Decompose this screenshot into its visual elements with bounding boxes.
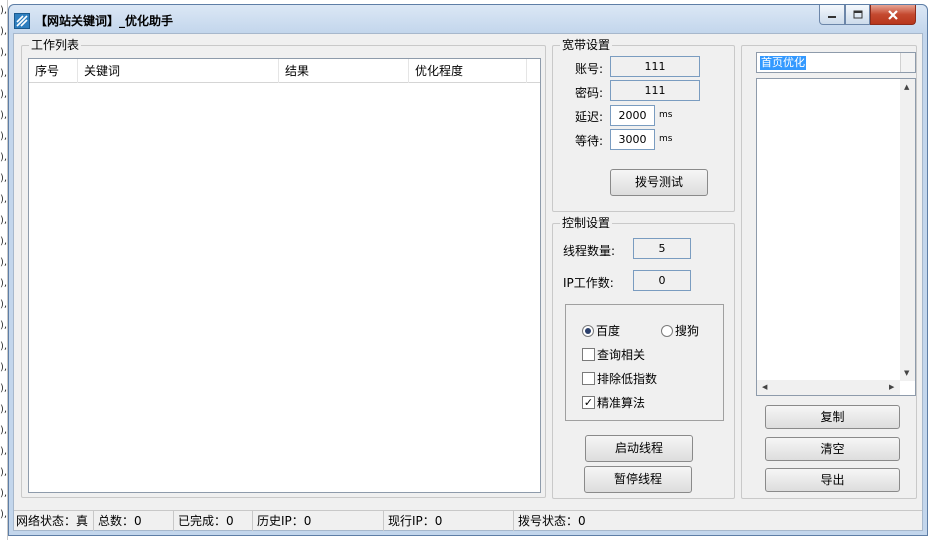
column-header-result[interactable]: 结果 xyxy=(279,59,409,83)
title-bar[interactable]: 【网站关键词】_优化助手 xyxy=(9,5,927,33)
maximize-button[interactable] xyxy=(845,5,870,25)
vertical-scrollbar[interactable]: ▲ ▼ xyxy=(900,79,915,381)
optimization-mode-select[interactable]: 首页优化 xyxy=(756,52,916,73)
wait-field[interactable]: 3000 xyxy=(610,129,655,150)
scroll-left-icon[interactable]: ◀ xyxy=(762,383,767,391)
scroll-up-icon[interactable]: ▲ xyxy=(904,83,909,91)
close-button[interactable] xyxy=(870,5,916,25)
output-log-textarea[interactable]: ▲ ▼ ◀ ▶ xyxy=(756,78,916,396)
maximize-icon xyxy=(853,10,862,18)
optimization-mode-value: 首页优化 xyxy=(760,56,806,70)
wait-unit: ms xyxy=(659,134,673,144)
status-current-ip: 现行IP：0 xyxy=(384,511,514,531)
engine-baidu-option[interactable]: 百度 xyxy=(582,322,620,339)
task-list-header: 序号 关键词 结果 优化程度 xyxy=(29,59,540,83)
status-bar: 网络状态：真 总数：0 已完成：0 历史IP：0 现行IP：0 拨号状态：0 xyxy=(14,510,922,531)
ip-work-label: IP工作数: xyxy=(563,276,614,290)
delay-field[interactable]: 2000 xyxy=(610,105,655,126)
scroll-down-icon[interactable]: ▼ xyxy=(904,369,909,377)
dial-test-button[interactable]: 拨号测试 xyxy=(610,169,708,196)
threads-field[interactable]: 5 xyxy=(633,238,691,259)
status-completed: 已完成：0 xyxy=(174,511,253,531)
related-query-label: 查询相关 xyxy=(597,348,646,362)
close-icon xyxy=(888,9,898,20)
dropdown-button[interactable] xyxy=(900,53,915,72)
engine-sogou-option[interactable]: 搜狗 xyxy=(661,322,699,339)
account-label: 账号: xyxy=(575,62,604,76)
checkbox-unchecked-icon xyxy=(582,348,595,361)
status-total: 总数：0 xyxy=(94,511,174,531)
column-header-optimization-level[interactable]: 优化程度 xyxy=(409,59,527,83)
window-title: 【网站关键词】_优化助手 xyxy=(35,14,174,28)
horizontal-scrollbar[interactable]: ◀ ▶ xyxy=(757,380,900,395)
exclude-low-index-label: 排除低指数 xyxy=(597,372,658,386)
checkbox-unchecked-icon xyxy=(582,372,595,385)
checkbox-checked-icon: ✓ xyxy=(582,396,595,409)
minimize-button[interactable] xyxy=(819,5,845,25)
task-list-legend: 工作列表 xyxy=(29,38,82,52)
minimize-icon xyxy=(828,15,836,18)
radio-unselected-icon xyxy=(661,324,673,337)
status-history-ip: 历史IP：0 xyxy=(253,511,384,531)
clear-button[interactable]: 清空 xyxy=(765,437,900,461)
pause-threads-button[interactable]: 暂停线程 xyxy=(584,466,692,493)
app-window: 【网站关键词】_优化助手 工作列表 序号 关键词 结果 优化程度 宽带设置 账号… xyxy=(8,4,928,536)
scroll-right-icon[interactable]: ▶ xyxy=(889,383,894,391)
radio-selected-icon xyxy=(582,324,594,337)
start-threads-button[interactable]: 启动线程 xyxy=(585,435,693,462)
background-window-edge: ),),),),),),),),),),),),),),),),),),),),… xyxy=(0,0,8,540)
threads-label: 线程数量: xyxy=(563,244,616,258)
exclude-low-index-checkbox[interactable]: 排除低指数 xyxy=(582,370,657,387)
copy-button[interactable]: 复制 xyxy=(765,405,900,429)
export-button[interactable]: 导出 xyxy=(765,468,900,492)
client-area: 工作列表 序号 关键词 结果 优化程度 宽带设置 账号: 111 密码: 111… xyxy=(13,33,923,531)
related-query-checkbox[interactable]: 查询相关 xyxy=(582,346,645,363)
ip-work-field[interactable]: 0 xyxy=(633,270,691,291)
status-network: 网络状态：真 xyxy=(14,511,94,531)
account-field[interactable]: 111 xyxy=(610,56,700,77)
broadband-settings-legend: 宽带设置 xyxy=(560,38,613,52)
app-logo-icon xyxy=(14,13,30,29)
delay-label: 延迟: xyxy=(575,110,604,124)
engine-baidu-label: 百度 xyxy=(596,324,621,338)
password-field[interactable]: 111 xyxy=(610,80,700,101)
control-settings-legend: 控制设置 xyxy=(560,216,613,230)
delay-unit: ms xyxy=(659,110,673,120)
engine-sogou-label: 搜狗 xyxy=(675,324,700,338)
task-list-view[interactable]: 序号 关键词 结果 优化程度 xyxy=(28,58,541,493)
column-header-keyword[interactable]: 关键词 xyxy=(78,59,279,83)
status-dial: 拨号状态：0 xyxy=(518,514,586,528)
precise-algorithm-label: 精准算法 xyxy=(597,396,646,410)
password-label: 密码: xyxy=(575,86,604,100)
wait-label: 等待: xyxy=(575,134,604,148)
precise-algorithm-checkbox[interactable]: ✓ 精准算法 xyxy=(582,394,645,411)
column-header-index[interactable]: 序号 xyxy=(29,59,78,83)
